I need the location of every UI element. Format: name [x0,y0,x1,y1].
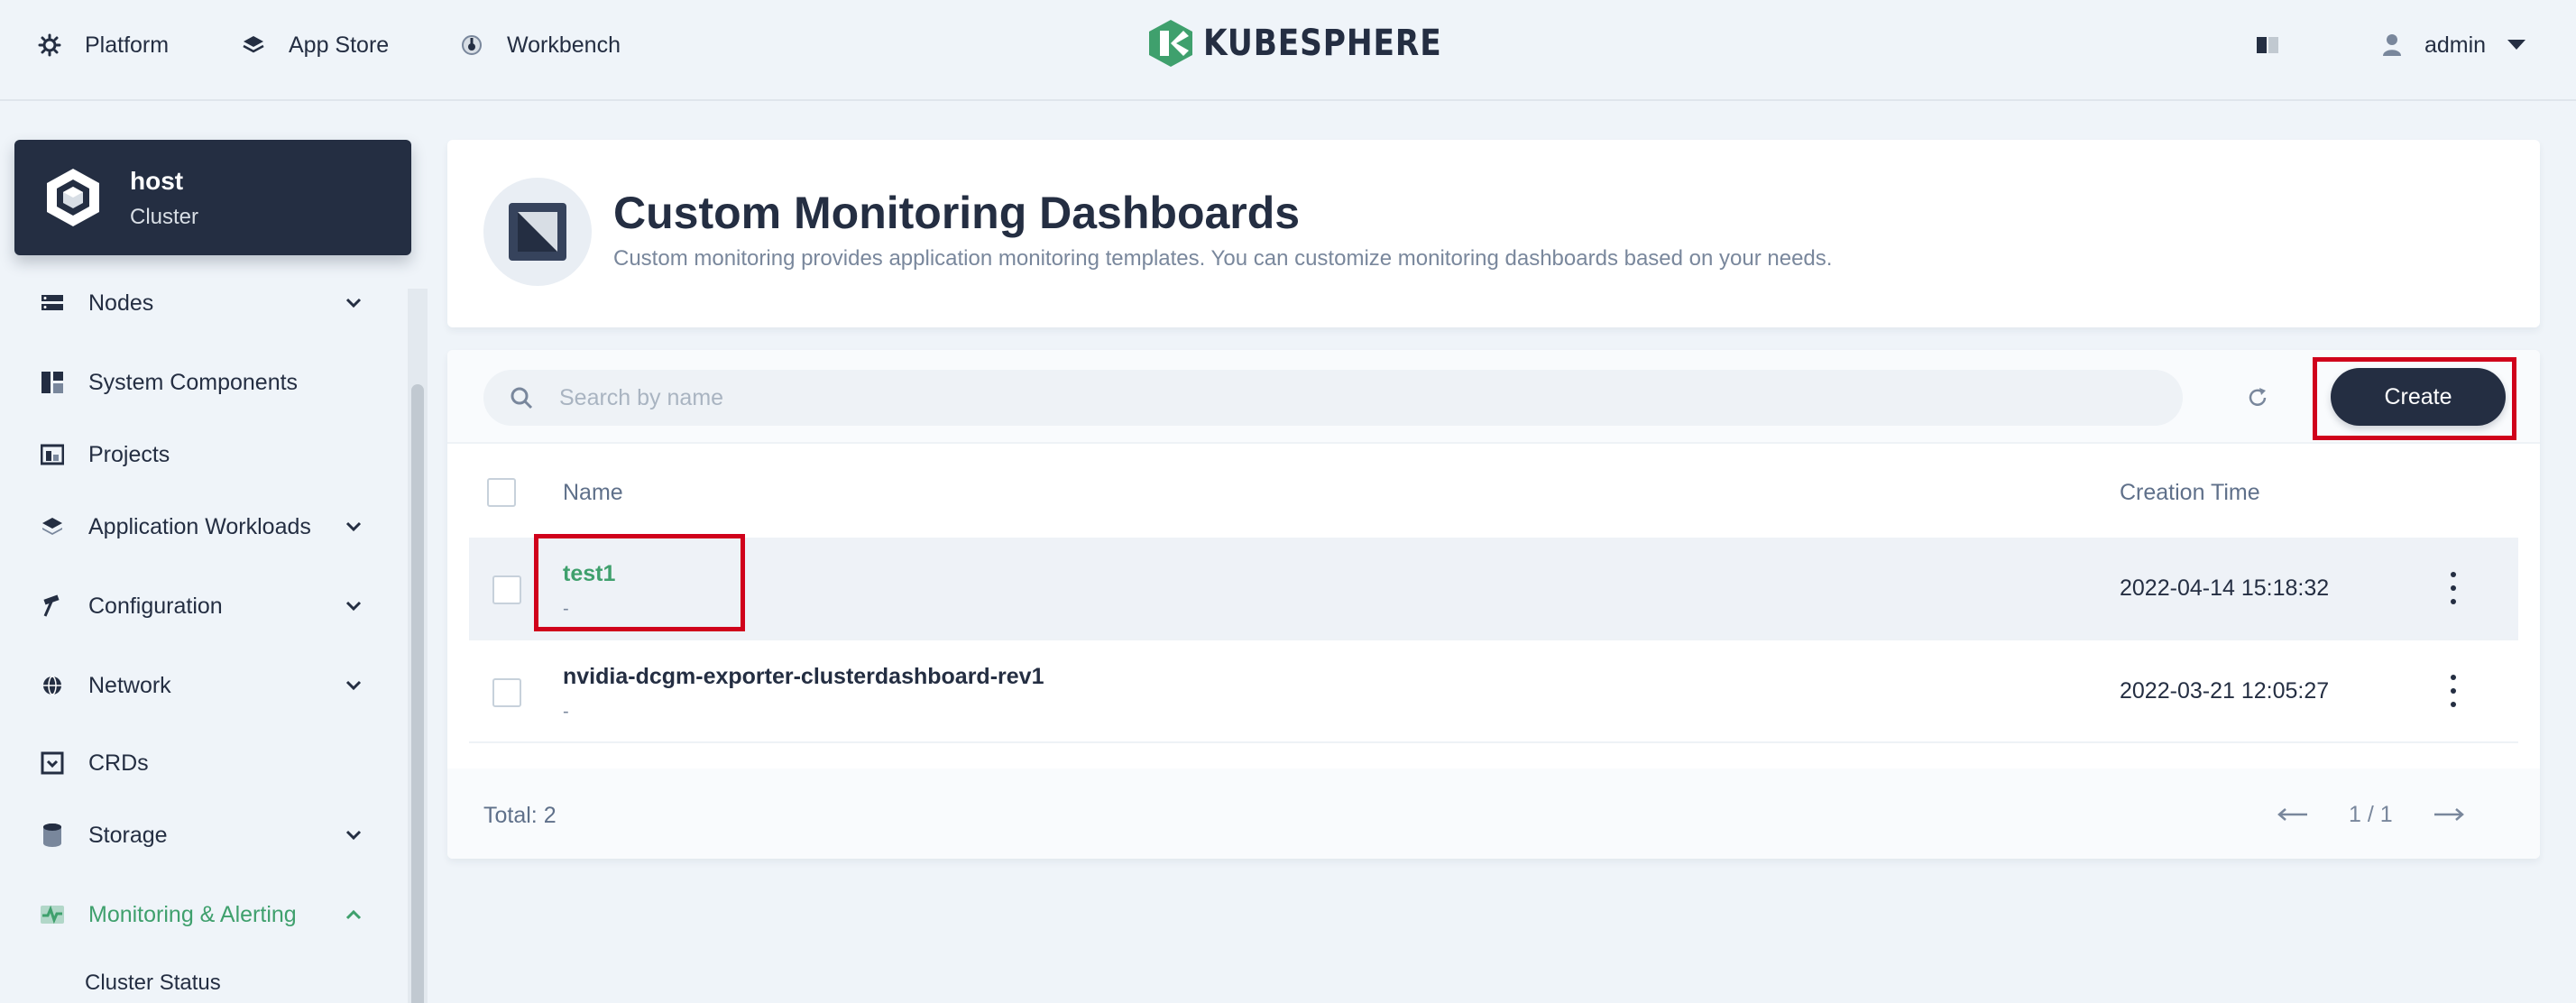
row-checkbox[interactable] [492,678,521,707]
creation-time: 2022-04-14 15:18:32 [2120,575,2330,601]
sidebar-item-label: Monitoring & Alerting [88,901,297,927]
cluster-selector[interactable]: host Cluster [14,140,411,255]
prev-page-button[interactable] [2277,807,2309,822]
table-toolbar: Create [447,350,2540,444]
sidebar-item-label: System Components [88,369,299,395]
sidebar-item-label: Nodes [88,290,154,316]
sidebar-item-storage[interactable]: Storage [40,815,364,855]
table-row[interactable]: test1 - 2022-04-14 15:18:32 [469,538,2518,640]
monitoring-icon [40,902,65,927]
page-title: Custom Monitoring Dashboards [613,188,1301,238]
sidebar-scrollbar[interactable] [408,289,428,1003]
more-actions-button[interactable] [2444,572,2462,604]
arrow-right-icon [2433,808,2464,821]
user-menu[interactable]: admin [2381,27,2526,63]
book-icon [2255,34,2280,56]
caret-down-icon [2507,40,2526,51]
column-creation-time[interactable]: Creation Time [2120,480,2260,506]
arrow-left-icon [2277,808,2307,821]
crd-icon [40,750,65,776]
sidebar-item-network[interactable]: Network [40,666,364,705]
row-name-highlight [534,534,745,631]
chevron-down-icon [345,298,362,308]
nav-platform[interactable]: Platform [36,27,169,63]
kubesphere-logo[interactable]: KUBESPHERE [1147,18,1481,69]
sidebar-scrollbar-thumb[interactable] [411,384,424,1003]
more-icon [2451,675,2456,680]
sidebar-item-label: Application Workloads [88,513,311,539]
more-actions-button[interactable] [2444,675,2462,707]
table-header: Name Creation Time [469,444,2518,541]
sidebar-item-label: Projects [88,441,170,467]
cluster-type: Cluster [130,205,199,229]
sidebar-item-label: Configuration [88,593,223,619]
dashboard-description: - [563,702,569,722]
layers-icon [240,32,267,59]
chevron-up-icon [345,909,362,920]
top-navigation: Platform App Store Workbench KUBESPHERE … [0,0,2576,101]
refresh-icon [2249,388,2267,406]
search-bar[interactable] [483,370,2183,426]
sidebar-item-crds[interactable]: CRDs [40,743,364,783]
search-icon [509,385,534,410]
creation-time: 2022-03-21 12:05:27 [2120,678,2330,704]
select-all-checkbox[interactable] [487,478,516,507]
username: admin [2424,32,2487,58]
chevron-down-icon [345,521,362,532]
projects-icon [40,442,65,467]
nav-workbench-label: Workbench [507,32,621,58]
pagination: 1 / 1 [2277,799,2465,830]
sidebar-item-label: CRDs [88,750,149,776]
workloads-icon [40,514,65,539]
cluster-name: host [130,167,184,195]
row-checkbox[interactable] [492,575,521,604]
page-description: Custom monitoring provides application m… [613,246,1833,271]
sidebar-item-system-components[interactable]: System Components [40,363,364,402]
create-button[interactable]: Create [2331,368,2506,426]
nav-workbench[interactable]: Workbench [458,27,621,63]
refresh-button[interactable] [2242,382,2273,413]
page-indicator: 1 / 1 [2349,801,2393,827]
network-icon [40,673,65,698]
sidebar-item-label: Network [88,672,171,698]
sidebar-item-nodes[interactable]: Nodes [40,283,364,323]
sidebar-item-configuration[interactable]: Configuration [40,586,364,626]
dashboard-table-card: Create Name Creation Time test1 - 2022-0… [447,350,2540,859]
brand-name: KUBESPHERE [1203,23,1442,64]
sidebar-item-projects[interactable]: Projects [40,435,364,474]
search-input[interactable] [559,384,2093,411]
next-page-button[interactable] [2433,807,2465,822]
user-icon [2381,32,2403,58]
dashboard-name-link[interactable]: nvidia-dcgm-exporter-clusterdashboard-re… [563,664,1044,690]
cluster-icon [41,165,105,230]
sidebar-item-monitoring-alerting[interactable]: Monitoring & Alerting [40,895,364,934]
kubesphere-logo-icon [1149,20,1192,67]
chevron-down-icon [345,680,362,691]
more-icon [2451,572,2456,577]
chevron-down-icon [345,601,362,612]
total-count: Total: 2 [483,803,557,828]
storage-icon [40,823,65,848]
table-row[interactable]: nvidia-dcgm-exporter-clusterdashboard-re… [469,640,2518,743]
nodes-icon [40,290,65,316]
dashboard-icon [458,32,485,59]
sidebar-subitem-cluster-status[interactable]: Cluster Status [85,971,221,996]
components-icon [40,370,65,395]
page-header: Custom Monitoring Dashboards Custom moni… [447,140,2540,327]
nav-app-store-label: App Store [289,32,390,58]
nav-app-store[interactable]: App Store [240,27,389,63]
column-name[interactable]: Name [563,480,623,506]
sidebar-item-application-workloads[interactable]: Application Workloads [40,507,364,547]
docs-button[interactable] [2255,27,2280,63]
hammer-icon [40,594,65,619]
nav-platform-label: Platform [85,32,170,58]
dashboard-page-icon [483,178,592,286]
table-footer: Total: 2 1 / 1 [447,768,2540,859]
gear-icon [36,32,63,59]
sidebar-item-label: Storage [88,822,168,848]
chevron-down-icon [345,830,362,841]
